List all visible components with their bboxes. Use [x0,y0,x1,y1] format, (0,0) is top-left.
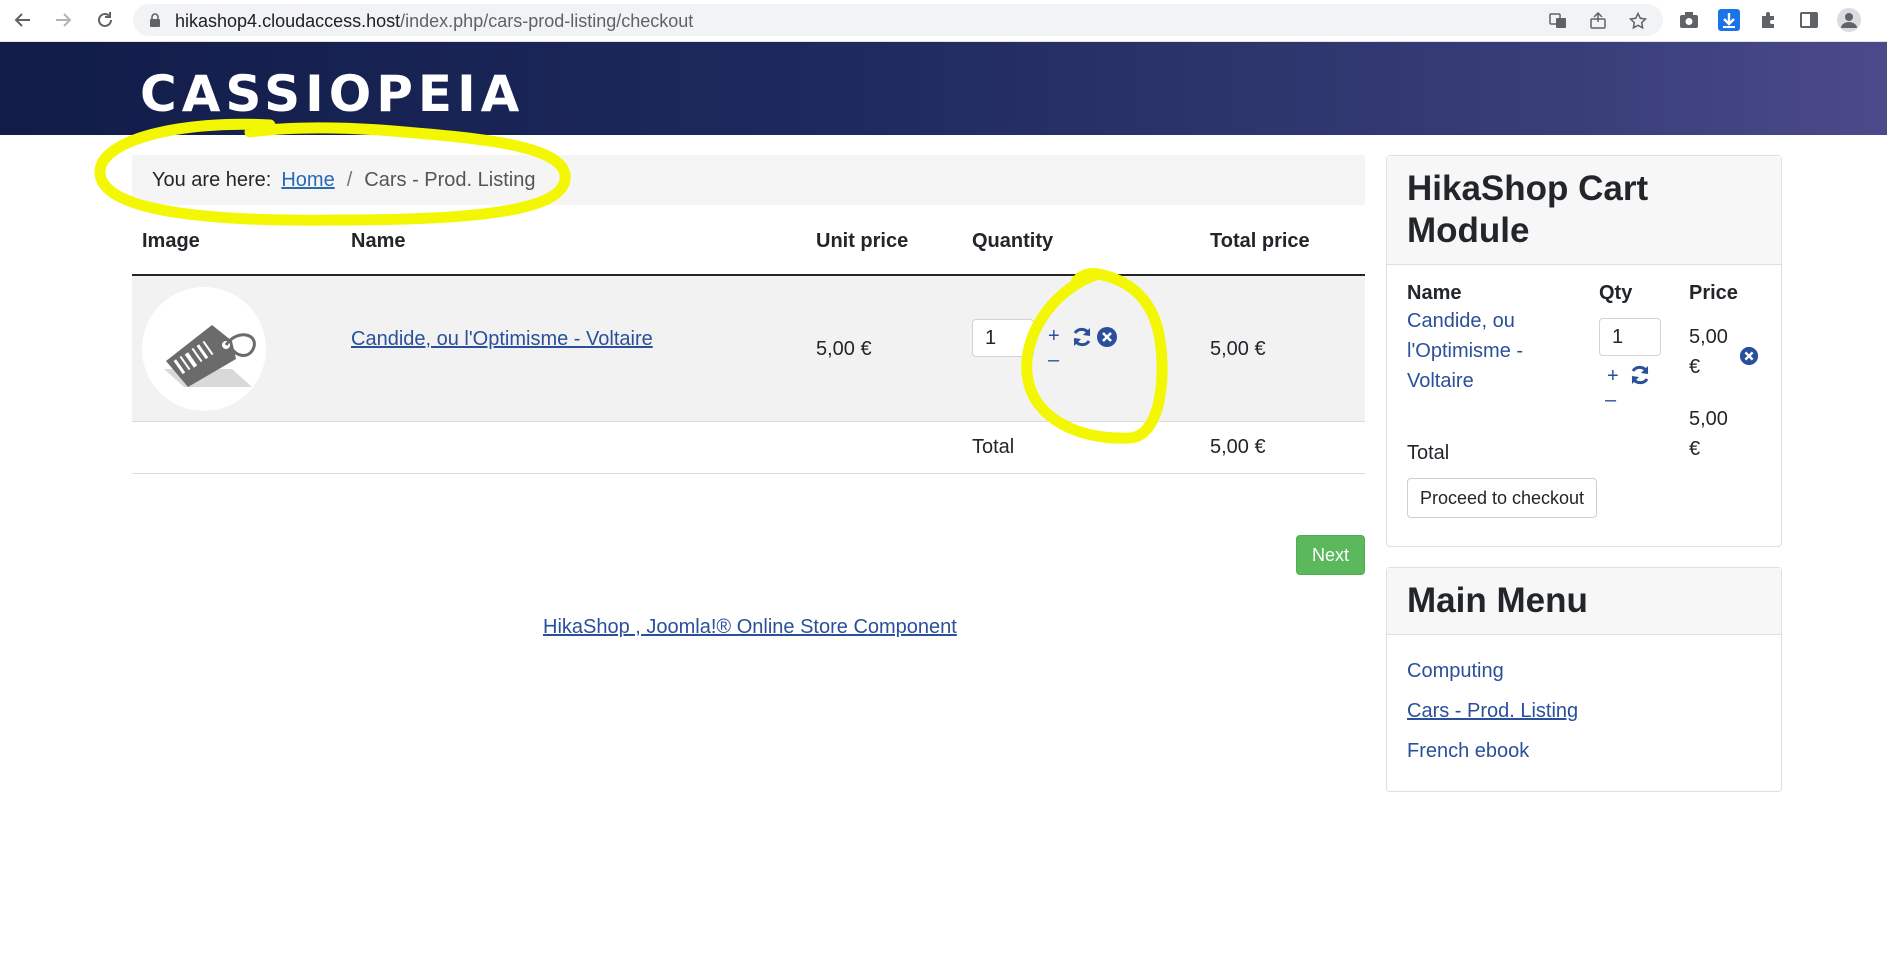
module-quantity-minus-button[interactable]: – [1605,390,1616,410]
table-row: Candide, ou l'Optimisme - Voltaire 5,00 … [132,276,1365,422]
module-quantity-plus-button[interactable]: + [1607,366,1619,386]
side-panel-icon[interactable] [1796,7,1822,33]
header-name: Name [351,230,406,252]
quantity-plus-button[interactable]: + [1048,326,1060,346]
quantity-minus-button[interactable]: – [1048,350,1059,370]
forward-arrow-icon[interactable] [50,7,76,33]
share-icon[interactable] [1587,10,1609,32]
price-tag-icon [164,325,256,387]
header-quantity: Quantity [972,230,1054,252]
breadcrumb-current: Cars - Prod. Listing [364,168,536,191]
menu-item-cars-prod-listing[interactable]: Cars - Prod. Listing [1407,700,1578,723]
header-unit-price: Unit price [816,230,909,252]
module-total-line2: € [1689,438,1701,460]
module-item-name-line2[interactable]: l'Optimisme - [1407,336,1523,366]
module-item-name-line3[interactable]: Voltaire [1407,366,1523,396]
cart-module-title: HikaShop Cart Module [1387,156,1781,265]
cart-total-label: Total [972,436,1015,458]
product-name-cell: Candide, ou l'Optimisme - Voltaire [351,328,653,351]
reload-icon[interactable] [92,7,118,33]
breadcrumb-home-link[interactable]: Home [281,169,334,192]
breadcrumb-prefix: You are here: [152,168,272,191]
browser-toolbar: hikashop4.cloudaccess.host/index.php/car… [0,0,1887,42]
header-total-price: Total price [1210,230,1310,252]
cart-module-title-line1: HikaShop Cart [1407,169,1649,208]
translate-icon[interactable] [1547,10,1569,32]
footer-hikashop-link[interactable]: HikaShop , Joomla!® Online Store Compone… [543,616,957,639]
breadcrumb: You are here: Home / Cars - Prod. Listin… [132,155,1365,205]
main-menu-title: Main Menu [1387,568,1781,635]
module-item-name[interactable]: Candide, ou l'Optimisme - Voltaire [1407,306,1523,396]
module-total-value: 5,00 € [1689,404,1728,464]
product-name-link[interactable]: Candide, ou l'Optimisme - Voltaire [351,328,653,350]
module-item-price-line1: 5,00 [1689,326,1728,348]
camera-icon[interactable] [1676,7,1702,33]
extensions-puzzle-icon[interactable] [1756,7,1782,33]
refresh-icon[interactable] [1071,326,1093,348]
quantity-input[interactable]: 1 [972,319,1034,357]
module-refresh-icon[interactable] [1629,364,1651,386]
main-menu-module: Main Menu Computing Cars - Prod. Listing… [1386,567,1782,792]
module-item-name-line1[interactable]: Candide, ou [1407,306,1523,336]
row-total-price-value: 5,00 € [1210,338,1266,360]
unit-price-value: 5,00 € [816,338,872,360]
site-brand-logo[interactable]: CASSIOPEIA [140,66,524,122]
module-header-price: Price [1689,282,1738,304]
profile-avatar-icon[interactable] [1836,7,1862,33]
product-image[interactable] [142,287,266,411]
module-total-line1: 5,00 [1689,408,1728,430]
back-arrow-icon[interactable] [10,7,36,33]
site-header: CASSIOPEIA [0,42,1887,135]
menu-item-computing[interactable]: Computing [1407,660,1504,683]
module-remove-item-icon[interactable] [1739,346,1759,366]
module-item-price-line2: € [1689,356,1701,378]
download-icon[interactable] [1716,7,1742,33]
module-quantity-input[interactable]: 1 [1599,318,1661,356]
url-text: hikashop4.cloudaccess.host/index.php/car… [175,11,694,31]
module-header-qty: Qty [1599,282,1633,304]
address-bar[interactable]: hikashop4.cloudaccess.host/index.php/car… [133,4,1663,36]
cart-module: HikaShop Cart Module Name Qty Price Cand… [1386,155,1782,547]
cart-module-title-line2: Module [1407,211,1530,250]
header-image: Image [142,230,200,252]
module-total-label: Total [1407,442,1450,464]
cart-total-row: Total 5,00 € [132,422,1365,474]
breadcrumb-separator: / [346,168,353,191]
proceed-to-checkout-button[interactable]: Proceed to checkout [1407,478,1597,518]
module-item-price: 5,00 € [1689,322,1728,382]
next-button[interactable]: Next [1296,535,1365,575]
lock-icon [150,13,160,27]
bookmark-star-icon[interactable] [1627,10,1649,32]
menu-item-french-ebook[interactable]: French ebook [1407,740,1529,763]
module-header-name: Name [1407,282,1462,304]
cart-total-value: 5,00 € [1210,436,1266,458]
remove-item-icon[interactable] [1096,326,1118,348]
